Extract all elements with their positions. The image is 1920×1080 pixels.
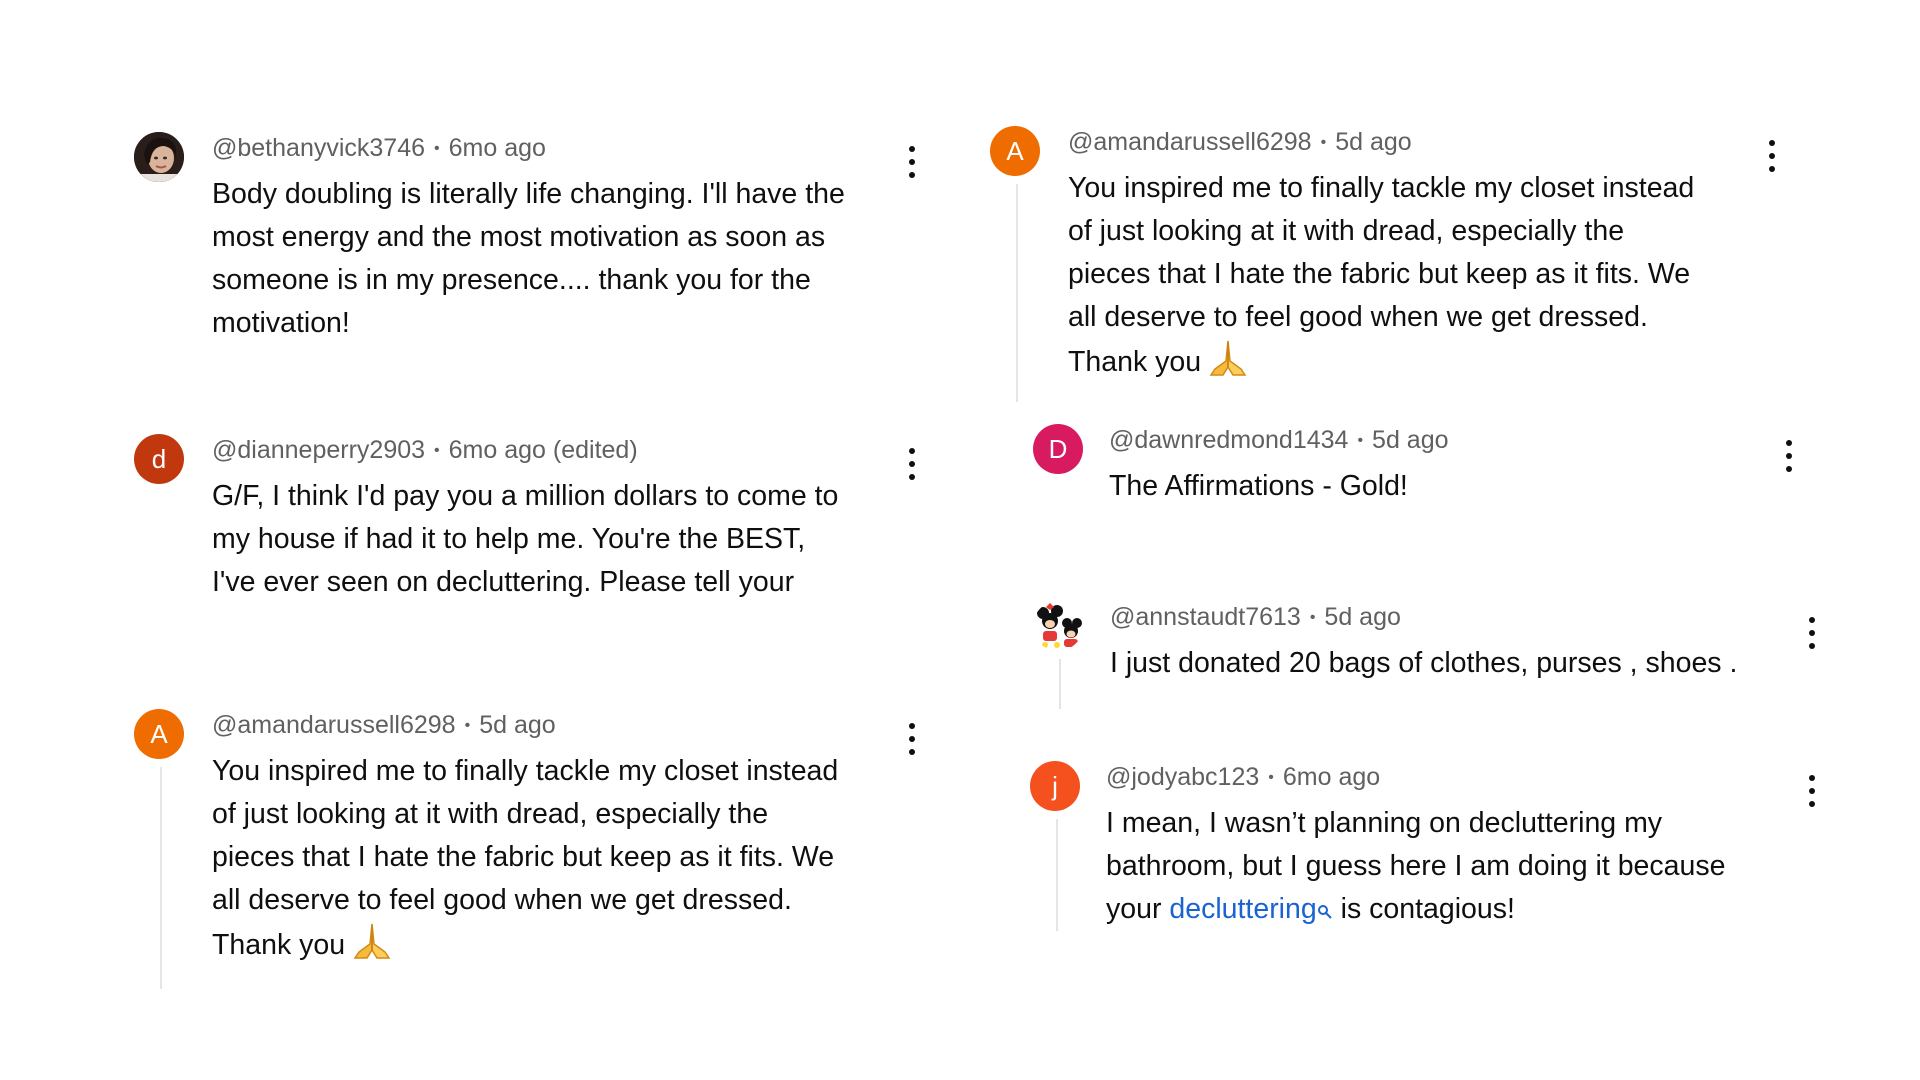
comment-meta: @dianneperry2903 • 6mo ago (edited) — [212, 434, 638, 467]
avatar[interactable]: D — [1033, 424, 1083, 474]
avatar[interactable] — [134, 132, 184, 182]
comment-timestamp[interactable]: 6mo ago — [449, 134, 546, 162]
more-actions-icon[interactable] — [901, 721, 923, 757]
comment-text-line: You inspired me to finally tackle my clo… — [1068, 172, 1695, 204]
comment-author[interactable]: @annstaudt7613 — [1110, 603, 1301, 631]
comment-text: I mean, I wasn’t planning on declutterin… — [1106, 802, 1725, 933]
comment-text-line: I mean, I wasn’t planning on declutterin… — [1106, 807, 1663, 839]
separator-dot: • — [434, 140, 440, 157]
more-actions-icon[interactable] — [1761, 138, 1783, 174]
thank-you-text: Thank you — [212, 929, 346, 961]
comment-text: Body doubling is literally life changing… — [212, 173, 845, 345]
comment-text-line: I've ever seen on decluttering. Please t… — [212, 566, 795, 598]
comment: A @amandarussell6298 • 5d ago You inspired… — [990, 126, 1790, 402]
comment-reply: @annstaudt7613 • 5d ago I just donated 20 … — [1033, 601, 1823, 711]
mickey-minnie-icon — [1033, 601, 1083, 651]
comment-meta: @jodyabc123 • 6mo ago — [1106, 761, 1380, 794]
text-segment: your — [1106, 893, 1170, 925]
comment-text: I just donated 20 bags of clothes, purse… — [1110, 642, 1737, 685]
comment-text-line: of just looking at it with dread, especi… — [1068, 215, 1625, 247]
comment-text-line: my house if had it to help me. You're th… — [212, 523, 806, 555]
separator-dot: • — [434, 442, 440, 459]
thread-line — [160, 767, 162, 989]
more-actions-icon[interactable] — [901, 144, 923, 180]
comment-timestamp[interactable]: 6mo ago (edited) — [449, 436, 638, 464]
search-icon[interactable] — [1317, 890, 1333, 933]
comment-timestamp[interactable]: 5d ago — [1335, 128, 1411, 156]
comment-author[interactable]: @dianneperry2903 — [212, 436, 425, 464]
avatar[interactable] — [1033, 601, 1083, 651]
comment-text-line: of just looking at it with dread, especi… — [212, 798, 769, 830]
avatar[interactable]: A — [990, 126, 1040, 176]
comment-text: The Affirmations - Gold! — [1109, 465, 1408, 508]
comment-timestamp[interactable]: 6mo ago — [1283, 763, 1380, 791]
comment-text: You inspired me to finally tackle my clo… — [1068, 167, 1694, 390]
comment-text-line: all deserve to feel good when we get dre… — [1068, 301, 1648, 333]
thread-line — [1059, 659, 1061, 709]
comment-meta: @amandarussell6298 • 5d ago — [1068, 126, 1412, 159]
search-link-label[interactable]: decluttering — [1169, 893, 1316, 925]
comment-text-line: I just donated 20 bags of clothes, purse… — [1110, 647, 1738, 679]
more-actions-icon[interactable] — [901, 446, 923, 482]
comment-text: You inspired me to finally tackle my clo… — [212, 750, 838, 973]
comment-author[interactable]: @amandarussell6298 — [1068, 128, 1312, 156]
comment-text-line: bathroom, but I guess here I am doing it… — [1106, 850, 1726, 882]
comment-timestamp[interactable]: 5d ago — [1372, 426, 1448, 454]
separator-dot: • — [1309, 609, 1316, 626]
comment-meta: @bethanyvick3746 • 6mo ago — [212, 132, 546, 165]
comment-text-line: G/F, I think I'd pay you a million dolla… — [212, 480, 839, 512]
thread-line — [1016, 184, 1018, 402]
folded-hands-emoji — [1207, 339, 1249, 390]
comment-text: G/F, I think I'd pay you a million dolla… — [212, 475, 838, 604]
comment-reply: D @dawnredmond1434 • 5d ago The Affirmatio… — [1033, 424, 1803, 514]
more-actions-icon[interactable] — [1801, 773, 1823, 809]
more-actions-icon[interactable] — [1778, 438, 1800, 474]
comment-text-line: pieces that I hate the fabric but keep a… — [212, 841, 835, 873]
comment-text-line: Thank you — [212, 922, 838, 973]
folded-hands-emoji — [351, 922, 393, 973]
separator-dot: • — [1357, 432, 1364, 449]
comment-text-line: pieces that I hate the fabric but keep a… — [1068, 258, 1691, 290]
comment-text-line: all deserve to feel good when we get dre… — [212, 884, 792, 916]
search-link[interactable]: decluttering — [1169, 893, 1332, 925]
comment-text-line: Body doubling is literally life changing… — [212, 178, 845, 210]
comment-text-line: your decluttering is contagious! — [1106, 888, 1725, 933]
comment-author[interactable]: @jodyabc123 — [1106, 763, 1259, 791]
comment-timestamp[interactable]: 5d ago — [1324, 603, 1400, 631]
comment-author[interactable]: @amandarussell6298 — [212, 711, 456, 739]
comment: @bethanyvick3746 • 6mo ago Body doubling i… — [134, 132, 924, 342]
comment-timestamp[interactable]: 5d ago — [479, 711, 555, 739]
thank-you-text: Thank you — [1068, 346, 1202, 378]
separator-dot: • — [1268, 769, 1274, 786]
separator-dot: • — [1320, 134, 1327, 151]
comment-text-line: Thank you — [1068, 339, 1694, 390]
avatar[interactable]: A — [134, 709, 184, 759]
comment-reply: j @jodyabc123 • 6mo ago I mean, I wasn’t p… — [1030, 761, 1830, 936]
comment: d @dianneperry2903 • 6mo ago (edited) G/F,… — [134, 434, 924, 604]
comment: A @amandarussell6298 • 5d ago You inspired… — [134, 709, 924, 989]
comment-text-line: The Affirmations - Gold! — [1109, 470, 1408, 502]
comment-author[interactable]: @dawnredmond1434 — [1109, 426, 1348, 454]
more-actions-icon[interactable] — [1801, 615, 1823, 651]
separator-dot: • — [464, 717, 471, 734]
comment-meta: @amandarussell6298 • 5d ago — [212, 709, 556, 742]
comment-author[interactable]: @bethanyvick3746 — [212, 134, 425, 162]
user-photo-icon — [134, 132, 184, 182]
text-segment: is contagious! — [1332, 893, 1515, 925]
thread-line — [1056, 819, 1058, 931]
comment-meta: @annstaudt7613 • 5d ago — [1110, 601, 1401, 634]
comment-text-line: most energy and the most motivation as s… — [212, 221, 826, 253]
comment-text-line: You inspired me to finally tackle my clo… — [212, 755, 839, 787]
avatar[interactable]: d — [134, 434, 184, 484]
comment-text-line: motivation! — [212, 307, 350, 339]
avatar[interactable]: j — [1030, 761, 1080, 811]
comment-text-line: someone is in my presence.... thank you … — [212, 264, 811, 296]
comment-meta: @dawnredmond1434 • 5d ago — [1109, 424, 1449, 457]
